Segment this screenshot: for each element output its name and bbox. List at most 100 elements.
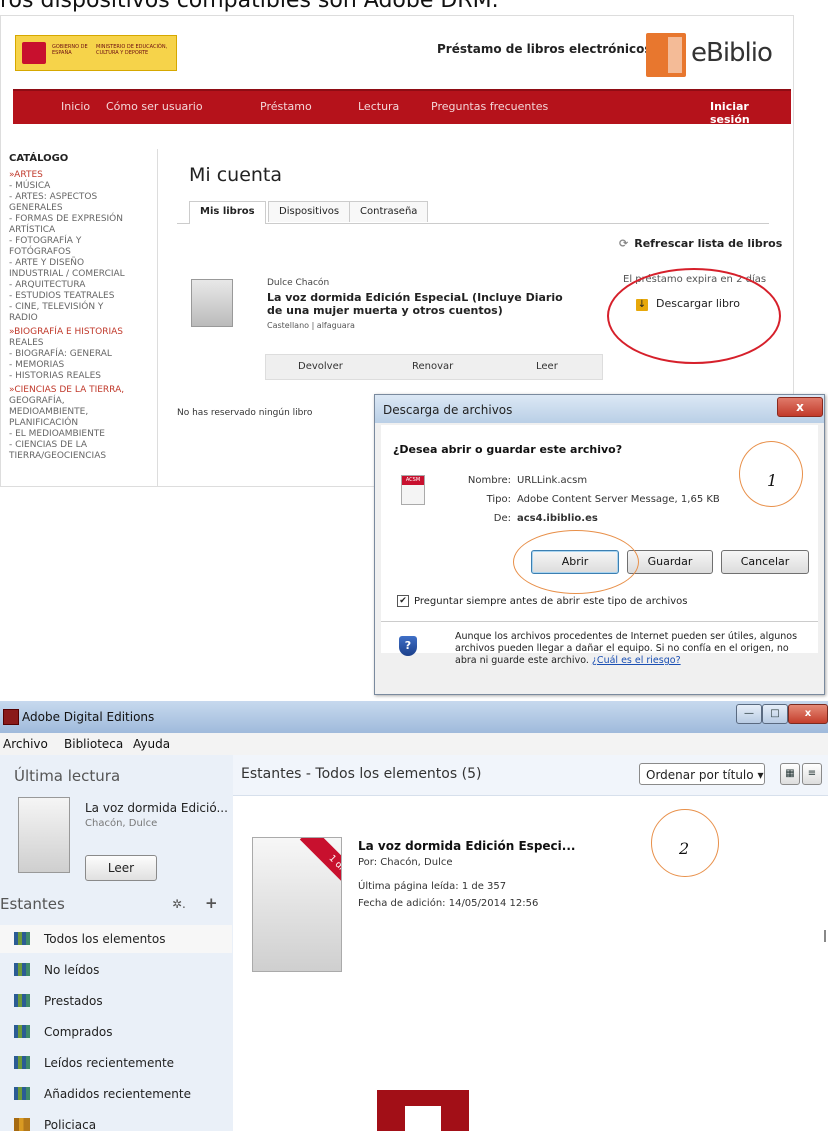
type-label: Tipo: [486,494,511,505]
catalog-item[interactable]: FOTÓGRAFOS [9,247,157,258]
read-button[interactable]: Leer [85,855,157,881]
page-title: Mi cuenta [189,164,283,186]
bookshelf-icon [14,1056,30,1069]
book-cover[interactable]: 1 día [252,837,342,972]
minimize-button[interactable]: — [736,704,762,724]
save-button[interactable]: Guardar [627,550,713,574]
dialog-titlebar: Descarga de archivos [375,395,824,423]
add-shelf-icon[interactable]: + [205,894,218,912]
adobe-digital-editions-window: Adobe Digital Editions — □ x Archivo Bib… [0,701,828,1132]
sort-select[interactable]: Ordenar por título ▾ [639,763,765,785]
shelf-item[interactable]: Comprados [0,1018,232,1046]
nav-como-ser-usuario[interactable]: Cómo ser usuario [106,100,203,113]
thumbnail-view-icon[interactable]: ▦ [780,763,800,785]
catalog-item[interactable]: »ARTES [9,170,157,181]
catalog-item[interactable]: - MEMORIAS [9,360,157,371]
shelf-item[interactable]: Prestados [0,987,232,1015]
menu-archivo[interactable]: Archivo [3,737,48,751]
shelf-item[interactable]: Policiaca [0,1111,232,1139]
shelf-item[interactable]: Todos los elementos [0,925,232,953]
catalog-item[interactable]: PLANIFICACIÓN [9,418,157,429]
from-label: De: [493,513,511,524]
catalog-item[interactable]: MEDIOAMBIENTE, [9,407,157,418]
always-ask-checkbox[interactable]: ✔ Preguntar siempre antes de abrir este t… [397,595,688,607]
chevron-down-icon: ▾ [757,768,764,782]
catalog-item[interactable]: - ARTE Y DISEÑO [9,258,157,269]
catalog-item[interactable]: INDUSTRIAL / COMERCIAL [9,269,157,280]
login-link[interactable]: Iniciar sesión [710,100,791,126]
loan-ribbon: 1 día [299,838,341,904]
read-button[interactable]: Leer [536,361,558,372]
last-read-cover[interactable] [18,797,70,873]
last-read-author: Chacón, Dulce [85,818,158,829]
catalog-item[interactable]: - MÚSICA [9,181,157,192]
catalog-item[interactable]: TIERRA/GEOCIENCIAS [9,451,157,462]
renew-button[interactable]: Renovar [412,361,453,372]
last-read-heading: Última lectura [14,767,121,785]
book-title[interactable]: La voz dormida Edición Especi... [358,839,575,853]
tab-contrasena[interactable]: Contraseña [349,201,429,222]
book-language-publisher: Castellano | alfaguara [267,321,355,330]
sort-label: Ordenar por título [646,768,754,782]
refresh-book-list-link[interactable]: ⟳ Refrescar lista de libros [619,237,782,250]
catalog-item[interactable]: - ARQUITECTURA [9,280,157,291]
catalog-item[interactable]: - ESTUDIOS TEATRALES [9,291,157,302]
tab-mis-libros[interactable]: Mis libros [189,201,266,224]
catalog-item[interactable]: ARTÍSTICA [9,225,157,236]
nav-lectura[interactable]: Lectura [358,100,399,113]
shelf-item[interactable]: Añadidos recientemente [0,1080,232,1108]
book-cover-thumbnail[interactable] [191,279,233,327]
ministry-text: MINISTERIO DE EDUCACIÓN, CULTURA Y DEPOR… [96,44,168,56]
list-view-icon[interactable]: ≡ [802,763,822,785]
catalog-item[interactable]: - ARTES: ASPECTOS [9,192,157,203]
gear-icon[interactable]: ✲. [172,897,186,911]
cancel-button[interactable]: Cancelar [721,550,809,574]
coat-of-arms-icon [22,42,46,64]
account-tabs: Mis libros Dispositivos Contraseña [177,201,769,224]
book-title[interactable]: La voz dormida Edición EspeciaL (Incluye… [267,291,567,317]
catalog-item[interactable]: - CIENCIAS DE LA [9,440,157,451]
catalog-item[interactable]: - FOTOGRAFÍA Y [9,236,157,247]
date-added: Fecha de adición: 14/05/2014 12:56 [358,898,539,909]
shelf-item[interactable]: Leídos recientemente [0,1049,232,1077]
catalog-item[interactable]: - BIOGRAFÍA: GENERAL [9,349,157,360]
nav-inicio[interactable]: Inicio [61,100,90,113]
catalog-item[interactable]: - EL MEDIOAMBIENTE [9,429,157,440]
close-window-button[interactable]: x [788,704,828,724]
catalog-item[interactable]: - FORMAS DE EXPRESIÓN [9,214,157,225]
catalog-item[interactable]: GENERALES [9,203,157,214]
catalog-item[interactable]: - HISTORIAS REALES [9,371,157,382]
nav-prestamo[interactable]: Préstamo [260,100,312,113]
main-nav: Inicio Cómo ser usuario Préstamo Lectura… [13,89,791,126]
dialog-question: ¿Desea abrir o guardar este archivo? [393,443,623,456]
nav-preguntas-frecuentes[interactable]: Preguntas frecuentes [431,100,548,113]
catalog-item[interactable]: »CIENCIAS DE LA TIERRA, [9,385,157,396]
risk-link[interactable]: ¿Cuál es el riesgo? [592,655,681,666]
catalog-item[interactable]: »BIOGRAFÍA E HISTORIAS [9,327,157,338]
catalog-item[interactable]: RADIO [9,313,157,324]
maximize-button[interactable]: □ [762,704,788,724]
file-type-value: Adobe Content Server Message, 1,65 KB [517,494,720,505]
ebiblio-logo-text: eBiblio [691,38,773,68]
step-number-1: 1 [767,471,778,490]
dialog-close-button[interactable]: x [777,397,823,417]
catalog-item[interactable]: REALES [9,338,157,349]
catalog-item[interactable]: - CINE, TELEVISIÓN Y [9,302,157,313]
shelf-label: Comprados [44,1025,113,1039]
catalog-item[interactable]: GEOGRAFÍA, [9,396,157,407]
file-source-value: acs4.ibiblio.es [517,513,598,524]
header-title: Préstamo de libros electrónicos [437,42,652,56]
tab-dispositivos[interactable]: Dispositivos [268,201,351,222]
menu-ayuda[interactable]: Ayuda [133,737,170,751]
acsm-file-icon: ACSM [401,475,425,505]
security-shield-icon: ? [399,636,417,656]
return-button[interactable]: Devolver [298,361,343,372]
menu-biblioteca[interactable]: Biblioteca [64,737,123,751]
bookshelf-icon [14,932,30,945]
catalog-list: »ARTES - MÚSICA - ARTES: ASPECTOS GENERALES… [7,170,157,462]
refresh-icon: ⟳ [619,237,629,250]
left-pane: Última lectura La voz dormida Edició... … [0,755,234,1132]
shelf-label: Prestados [44,994,103,1008]
shelf-item[interactable]: No leídos [0,956,232,984]
scrollbar-thumb[interactable] [824,930,826,942]
